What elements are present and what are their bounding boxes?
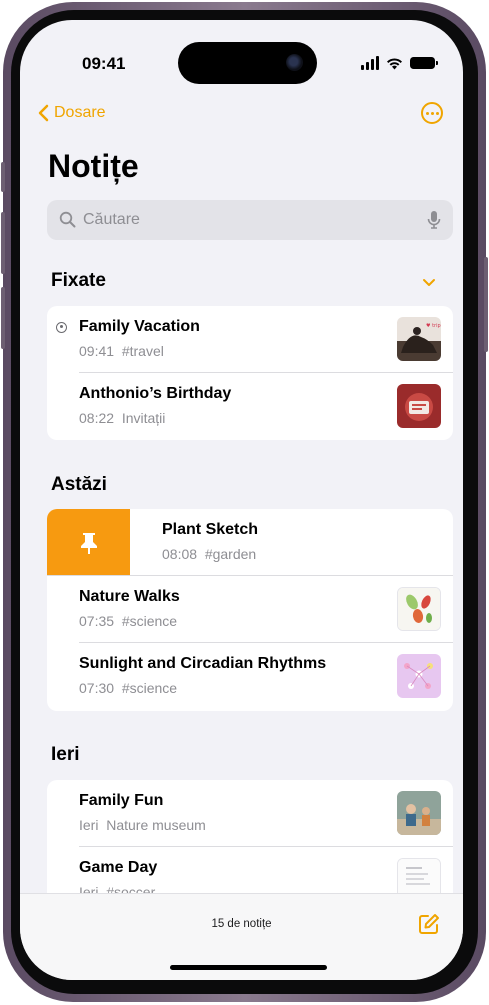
status-time: 09:41 (82, 54, 126, 73)
status-bar: 09:41 (20, 20, 463, 110)
action-button (1, 162, 5, 192)
note-detail: #garden (204, 546, 257, 562)
note-thumbnail-family (397, 791, 441, 835)
home-indicator[interactable] (170, 965, 327, 970)
screen: 09:41 Dosare Notițe Căutare Fixate Famil… (20, 20, 463, 980)
section-title-yesterday: Ieri (51, 744, 80, 765)
note-time: 07:30 (79, 680, 115, 696)
ellipsis-icon (425, 111, 429, 115)
battery-icon (410, 57, 438, 69)
chevron-left-icon (38, 104, 49, 122)
note-subtitle: 08:08 #garden (162, 546, 256, 562)
notes-count: 15 de notițe (211, 918, 272, 930)
sketch-flowers-image (397, 654, 441, 698)
volume-down-button (1, 287, 5, 349)
note-subtitle: 07:30 #science (79, 680, 177, 696)
note-row-swiped[interactable]: Plant Sketch 08:08 #garden (47, 509, 453, 576)
note-detail: Invitații (121, 410, 166, 426)
svg-text:♥ trip: ♥ trip (426, 323, 441, 329)
bottom-toolbar: 15 de notițe (20, 893, 463, 980)
note-time: Ieri (79, 817, 99, 833)
note-thumbnail-vacation: ♥ trip (397, 317, 441, 361)
search-field[interactable]: Căutare (47, 200, 453, 240)
search-placeholder: Căutare (83, 211, 140, 228)
dynamic-island (178, 42, 317, 84)
note-detail: #science (121, 613, 178, 629)
camera-icon (286, 54, 303, 71)
pin-icon (80, 532, 97, 554)
side-button (484, 257, 488, 352)
chevron-down-icon[interactable] (422, 278, 436, 287)
search-icon (59, 211, 76, 228)
photo-vacation-image: ♥ trip (397, 317, 441, 361)
compose-icon[interactable] (417, 912, 441, 936)
note-row[interactable]: Family Fun Ieri Nature museum (47, 780, 453, 847)
wifi-icon (387, 57, 402, 69)
note-row[interactable]: Nature Walks 07:35 #science (47, 576, 453, 643)
note-title: Family Vacation (79, 318, 200, 335)
note-row[interactable]: Anthonio’s Birthday 08:22 Invitații (47, 373, 453, 440)
today-notes-list: Plant Sketch 08:08 #garden Nature Walks … (47, 509, 453, 711)
note-subtitle: Ieri Nature museum (79, 817, 206, 833)
note-row[interactable]: Sunlight and Circadian Rhythms 07:30 #sc… (47, 643, 453, 710)
note-subtitle: 09:41 #travel (79, 343, 164, 359)
note-detail: Nature museum (106, 817, 206, 833)
note-title: Family Fun (79, 792, 164, 809)
navigation-bar: Dosare (20, 102, 463, 132)
note-time: 07:35 (79, 613, 115, 629)
note-title: Anthonio’s Birthday (79, 385, 232, 402)
note-subtitle: 08:22 Invitații (79, 410, 165, 426)
volume-up-button (1, 212, 5, 274)
shared-person-icon (56, 322, 67, 333)
pin-action-button[interactable] (47, 509, 130, 576)
note-thumbnail-birthday (397, 384, 441, 428)
note-detail: #science (121, 680, 178, 696)
section-title-pinned: Fixate (51, 270, 106, 291)
note-time: 08:08 (162, 546, 198, 562)
microphone-icon[interactable] (427, 210, 441, 230)
note-thumbnail-sunlight (397, 654, 441, 698)
status-icons (361, 56, 438, 70)
back-label: Dosare (54, 104, 106, 121)
note-thumbnail-nature (397, 587, 441, 631)
note-detail: #travel (121, 343, 164, 359)
back-button[interactable]: Dosare (38, 104, 106, 122)
note-title: Nature Walks (79, 588, 180, 605)
note-time: 08:22 (79, 410, 115, 426)
note-title: Game Day (79, 859, 158, 876)
note-row[interactable]: Family Vacation 09:41 #travel ♥ trip (47, 306, 453, 373)
cellular-signal-icon (361, 56, 379, 70)
page-title: Notițe (48, 148, 139, 184)
sketch-leaves-image (398, 588, 440, 630)
note-title: Plant Sketch (162, 521, 259, 538)
note-time: 09:41 (79, 343, 115, 359)
photo-family-image (397, 791, 441, 835)
note-subtitle: 07:35 #science (79, 613, 177, 629)
photo-birthday-image (397, 384, 441, 428)
section-title-today: Astăzi (51, 474, 107, 495)
note-title: Sunlight and Circadian Rhythms (79, 655, 327, 672)
more-options-button[interactable] (421, 102, 443, 124)
pinned-notes-list: Family Vacation 09:41 #travel ♥ trip Ant… (47, 306, 453, 440)
